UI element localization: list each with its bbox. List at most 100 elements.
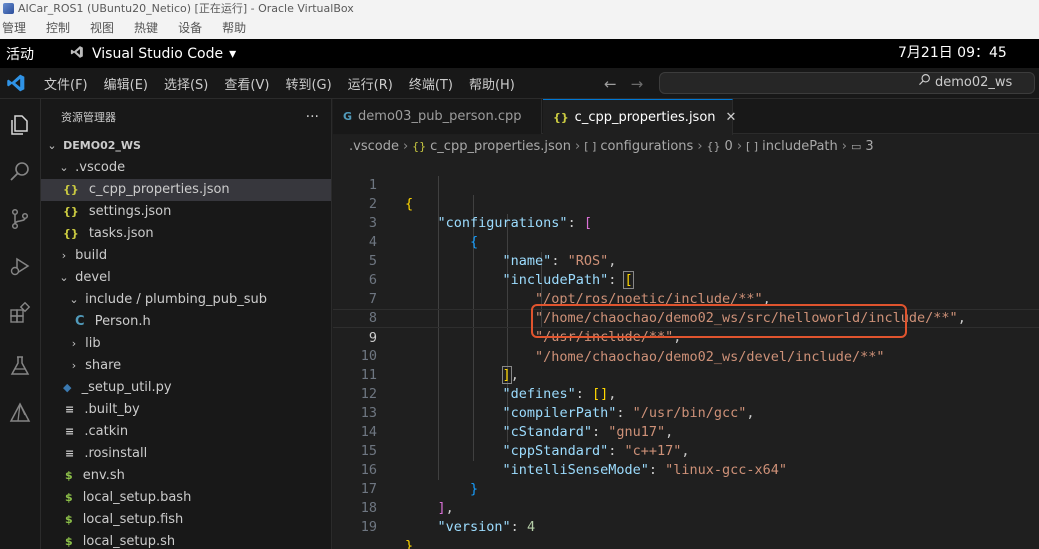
chevron-down-icon: ⌄ — [47, 139, 57, 152]
tree-file-person-h[interactable]: C Person.h — [41, 311, 331, 333]
back-arrow-icon[interactable]: ← — [604, 75, 617, 93]
testing-flask-icon[interactable] — [4, 350, 36, 382]
text-file-icon: ≡ — [65, 447, 75, 460]
object-icon: {} — [706, 139, 721, 153]
tree-root-demo02-ws[interactable]: ⌄ DEMO02_WS — [41, 135, 331, 157]
breadcrumb-configurations[interactable]: configurations — [600, 139, 693, 154]
tab-c-cpp-properties-json[interactable]: {} c_cpp_properties.json ✕ — [543, 99, 736, 135]
breadcrumb-includepath[interactable]: includePath — [762, 139, 838, 154]
run-debug-icon[interactable] — [4, 250, 36, 282]
menu-view[interactable]: 查看(V) — [216, 74, 277, 93]
activities-button[interactable]: 活动 — [0, 44, 70, 64]
virtualbox-title-bar: AICar_ROS1 (UBuntu20_Netico) [正在运行] - Or… — [0, 0, 1039, 17]
tree-folder-build[interactable]: › build — [41, 245, 331, 267]
tree-file-settings[interactable]: {} settings.json — [41, 201, 331, 223]
code-line: 18 "version": 4 — [360, 500, 536, 535]
code-line: 14 "cppStandard": "c++17", — [360, 424, 690, 459]
app-name: Visual Studio Code — [92, 45, 224, 62]
chevron-down-icon: ⌄ — [59, 271, 69, 284]
tree-file-built-by[interactable]: ≡ .built_by — [41, 399, 331, 421]
tree-file-catkin[interactable]: ≡ .catkin — [41, 421, 331, 443]
shell-file-icon: $ — [65, 469, 73, 482]
vscode-logo-icon — [4, 71, 28, 95]
breadcrumb-item[interactable]: 3 — [865, 139, 873, 154]
text-file-icon: ≡ — [65, 403, 75, 416]
clock[interactable]: 7月21日 09：45 — [898, 39, 1007, 68]
tree-file-local-setup-fish[interactable]: $ local_setup.fish — [41, 509, 331, 531]
more-actions-icon[interactable]: ··· — [306, 109, 319, 125]
code-line: 19 } — [360, 519, 414, 549]
vscode-title-bar: 文件(F) 编辑(E) 选择(S) 查看(V) 转到(G) 运行(R) 终端(T… — [0, 68, 1039, 99]
menu-selection[interactable]: 选择(S) — [156, 74, 216, 93]
code-line: 17 ], — [360, 481, 454, 516]
cmake-icon[interactable] — [4, 397, 36, 429]
menu-terminal[interactable]: 终端(T) — [401, 74, 461, 93]
text-file-icon: ≡ — [65, 425, 75, 438]
explorer-icon[interactable] — [4, 109, 36, 141]
tree-file-tasks[interactable]: {} tasks.json — [41, 223, 331, 245]
source-control-icon[interactable] — [4, 203, 36, 235]
array-icon: [ ] — [584, 139, 597, 153]
gnome-top-bar: 活动 Visual Studio Code ▾ 7月21日 09：45 — [0, 39, 1039, 68]
vb-menu-view[interactable]: 视图 — [88, 17, 118, 39]
menu-edit[interactable]: 编辑(E) — [96, 74, 156, 93]
json-file-icon: {} — [553, 111, 569, 124]
menu-go[interactable]: 转到(G) — [277, 74, 339, 93]
code-line: 7 "/home/chaochao/demo02_ws/src/hellowor… — [368, 291, 966, 326]
vb-menu-hotkey[interactable]: 热键 — [132, 17, 162, 39]
chevron-right-icon: › — [71, 337, 77, 350]
breadcrumb: .vscode › {} c_cpp_properties.json › [ ]… — [333, 135, 1039, 157]
cpp-file-icon: G — [343, 110, 353, 123]
tree-folder-lib[interactable]: › lib — [41, 333, 331, 355]
vscode-small-icon — [70, 45, 84, 62]
code-line: 15 "intelliSenseMode": "linux-gcc-x64" — [360, 443, 788, 478]
virtualbox-window-title: AICar_ROS1 (UBuntu20_Netico) [正在运行] - Or… — [18, 2, 354, 15]
tree-folder-vscode[interactable]: ⌄ .vscode — [41, 157, 331, 179]
chevron-right-icon: › — [575, 138, 581, 154]
shell-file-icon: $ — [65, 513, 73, 526]
chevron-right-icon: › — [736, 138, 743, 154]
code-line: 2 "configurations": [ — [368, 196, 592, 231]
tree-file-local-setup-bash[interactable]: $ local_setup.bash — [41, 487, 331, 509]
breadcrumb-vscode[interactable]: .vscode — [349, 139, 399, 154]
menu-file[interactable]: 文件(F) — [36, 74, 96, 93]
command-center-text: demo02_ws — [935, 75, 1013, 90]
chevron-down-icon: ⌄ — [69, 293, 79, 306]
chevron-right-icon: › — [71, 359, 77, 372]
virtualbox-logo-icon — [3, 3, 14, 14]
breadcrumb-index[interactable]: 0 — [725, 139, 733, 154]
tree-folder-devel[interactable]: ⌄ devel — [41, 267, 331, 289]
breadcrumb-file[interactable]: c_cpp_properties.json — [430, 139, 571, 154]
tree-folder-share[interactable]: › share — [41, 355, 331, 377]
tree-folder-include-plumbing[interactable]: ⌄ include / plumbing_pub_sub — [41, 289, 331, 311]
chevron-down-icon: ▾ — [229, 45, 237, 62]
chevron-right-icon: › — [697, 138, 703, 154]
tree-file-env-sh[interactable]: $ env.sh — [41, 465, 331, 487]
extensions-icon[interactable] — [4, 297, 36, 329]
code-editor[interactable]: 1 { 2 "configurations": [ 3 { 4 "name": … — [333, 157, 1039, 549]
string-icon: ▭ — [850, 139, 862, 153]
tree-file-c-cpp-properties[interactable]: {} c_cpp_properties.json — [41, 179, 331, 201]
tree-file-setup-util-py[interactable]: ◆ _setup_util.py — [41, 377, 331, 399]
tree-file-rosinstall[interactable]: ≡ .rosinstall — [41, 443, 331, 465]
forward-arrow-icon[interactable]: → — [631, 75, 644, 93]
search-icon[interactable] — [4, 156, 36, 188]
close-icon[interactable]: ✕ — [726, 110, 737, 125]
app-menu[interactable]: Visual Studio Code ▾ — [70, 45, 236, 62]
code-line: 11 "defines": [], — [360, 367, 617, 402]
explorer-title: 资源管理器 — [61, 111, 116, 124]
tree-file-local-setup-sh[interactable]: $ local_setup.sh — [41, 531, 331, 549]
json-file-icon: {} — [63, 227, 79, 240]
tab-demo03-pub-person-cpp[interactable]: G demo03_pub_person.cpp — [333, 99, 542, 134]
python-file-icon: ◆ — [63, 381, 72, 394]
chevron-right-icon: › — [61, 249, 67, 262]
vb-menu-devices[interactable]: 设备 — [176, 17, 206, 39]
vb-menu-help[interactable]: 帮助 — [220, 17, 250, 39]
shell-file-icon: $ — [65, 491, 73, 504]
vb-menu-manage[interactable]: 管理 — [0, 17, 30, 39]
vb-menu-control[interactable]: 控制 — [44, 17, 74, 39]
menu-help[interactable]: 帮助(H) — [461, 74, 523, 93]
virtualbox-menu-bar: 管理 控制 视图 热键 设备 帮助 — [0, 17, 1039, 39]
menu-run[interactable]: 运行(R) — [340, 74, 401, 93]
command-center[interactable]: demo02_ws — [659, 72, 1035, 94]
